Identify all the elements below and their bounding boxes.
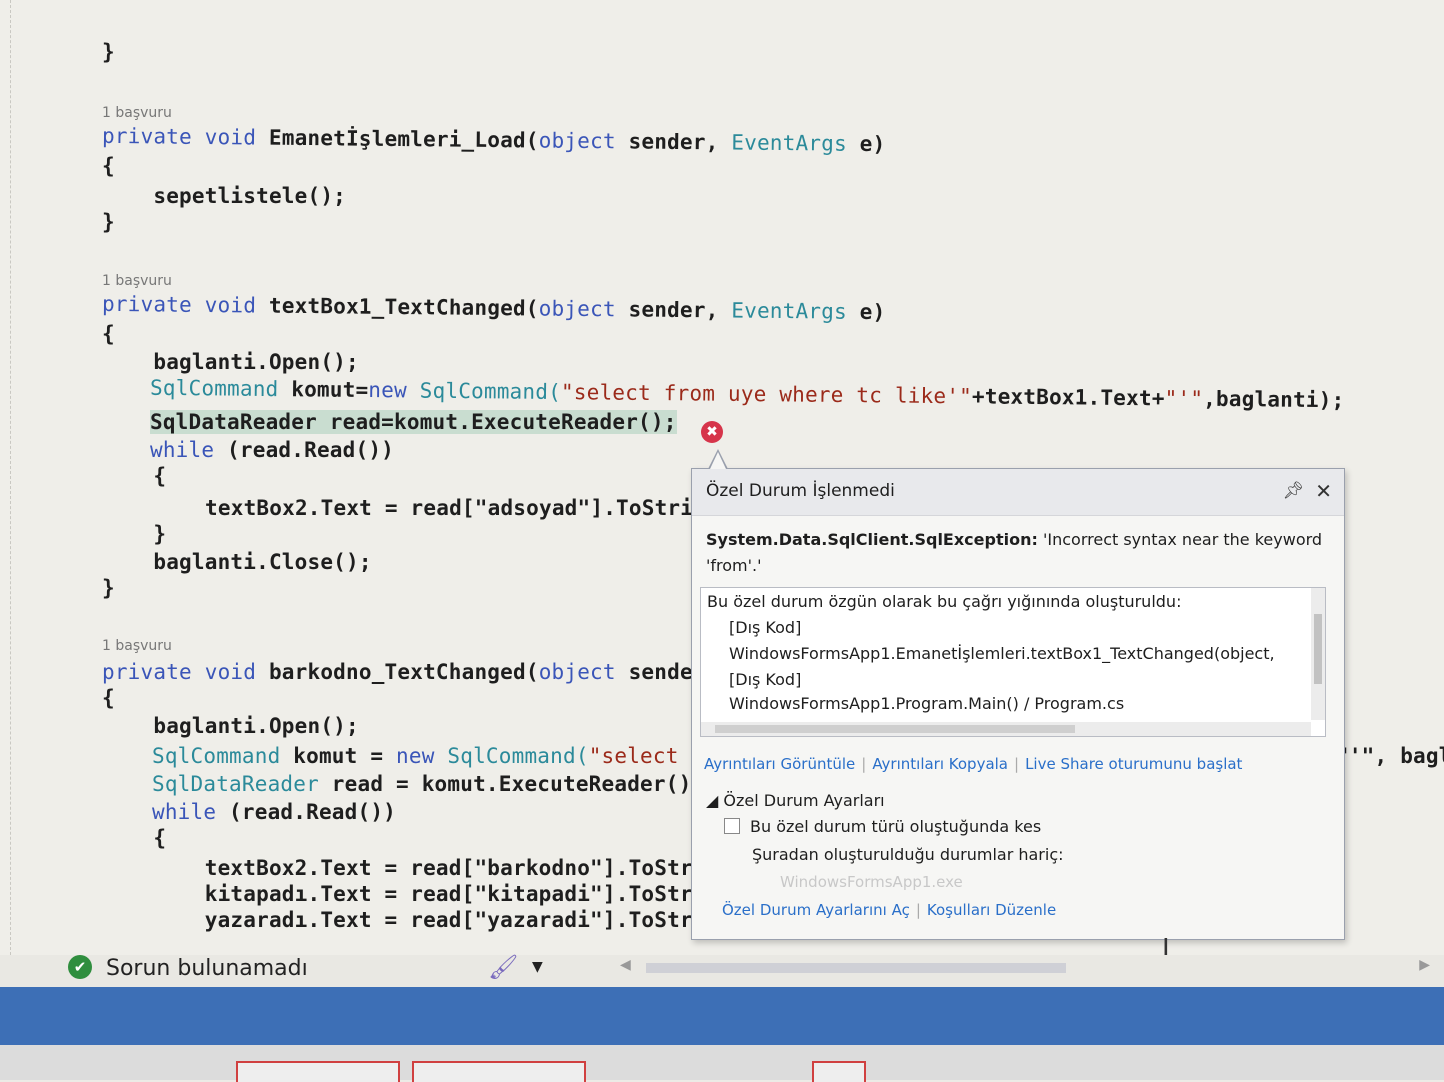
code-line: {: [102, 686, 115, 710]
reference-count[interactable]: 1 başvuru: [102, 105, 172, 121]
code-line: while (read.Read()): [152, 800, 397, 824]
issues-status[interactable]: Sorun bulunamadı: [106, 956, 308, 981]
code-cleanup-icon[interactable]: 🖌︎: [488, 953, 518, 981]
code-line: }: [102, 40, 115, 64]
code-line: }: [102, 576, 115, 600]
stack-header: Bu özel durum özgün olarak bu çağrı yığı…: [707, 592, 1182, 611]
tool-tab[interactable]: [812, 1061, 866, 1082]
code-line: private void Emanetİşlemleri_Load(object…: [101, 123, 886, 157]
reference-count[interactable]: 1 başvuru: [102, 273, 172, 289]
gutter: [10, 0, 11, 955]
copy-details-link[interactable]: Ayrıntıları Kopyala: [872, 755, 1008, 773]
popup-title: Özel Durum İşlenmedi: [706, 481, 895, 501]
scroll-left-icon[interactable]: ◀: [620, 957, 631, 973]
exception-settings-header[interactable]: ◢ Özel Durum Ayarları: [706, 791, 885, 810]
code-line-tail: "'", bagla: [1336, 744, 1444, 768]
code-line: }: [102, 522, 167, 546]
code-line: }: [102, 210, 115, 234]
scroll-thumb[interactable]: [1314, 614, 1322, 684]
settings-links: Özel Durum Ayarlarını Aç | Koşulları Düzen…: [722, 901, 1057, 919]
call-stack-box[interactable]: Bu özel durum özgün olarak bu çağrı yığı…: [700, 587, 1326, 737]
exception-popup: Özel Durum İşlenmedi 📌︎ ✕ System.Data.Sq…: [691, 468, 1345, 940]
scroll-thumb[interactable]: [715, 725, 1075, 733]
code-line: {: [102, 826, 167, 850]
checkmark-icon: ✔: [68, 955, 92, 979]
except-module-checkbox[interactable]: WindowsFormsApp1.exe: [780, 873, 963, 891]
close-icon[interactable]: ✕: [1315, 479, 1332, 503]
code-line: baglanti.Close();: [102, 550, 372, 574]
stack-frame: [Dış Kod]: [729, 670, 802, 689]
tool-tab[interactable]: [236, 1061, 400, 1082]
popup-pointer-fill: [710, 452, 726, 469]
scroll-right-icon[interactable]: ▶: [1419, 957, 1430, 973]
error-icon[interactable]: ✖: [701, 421, 723, 443]
bottom-tool-tabs: [0, 1045, 1444, 1082]
view-details-link[interactable]: Ayrıntıları Görüntüle: [704, 755, 855, 773]
code-line: SqlCommand komut=new SqlCommand("select …: [149, 375, 1345, 413]
vertical-scrollbar[interactable]: [1311, 588, 1325, 720]
reference-count[interactable]: 1 başvuru: [102, 638, 172, 654]
editor-status-strip: ✔ Sorun bulunamadı 🖌︎ ▼ ◀ ▶: [0, 953, 1444, 987]
stack-frame: [Dış Kod]: [729, 618, 802, 637]
code-line: private void barkodno_TextChanged(object…: [102, 660, 693, 684]
exception-type: System.Data.SqlClient.SqlException:: [706, 530, 1038, 549]
code-line: textBox2.Text = read["barkodno"].ToStr: [102, 856, 693, 880]
code-line: kitapadı.Text = read["kitapadi"].ToStr: [102, 882, 693, 906]
exception-message: System.Data.SqlClient.SqlException: 'Inc…: [706, 527, 1326, 579]
code-line: {: [102, 322, 115, 346]
code-line: baglanti.Open();: [102, 350, 359, 374]
code-line: sepetlistele();: [102, 184, 347, 208]
chevron-down-icon[interactable]: ▼: [532, 959, 543, 975]
stack-frame[interactable]: WindowsFormsApp1.Emanetİşlemleri.textBox…: [729, 644, 1275, 663]
editor-horizontal-scrollbar[interactable]: ◀ ▶: [620, 957, 1430, 975]
checkbox-box[interactable]: [724, 818, 740, 834]
except-when-label: Şuradan oluşturulduğu durumlar hariç:: [752, 845, 1064, 864]
edit-conditions-link[interactable]: Koşulları Düzenle: [927, 901, 1056, 919]
code-line: SqlCommand komut = new SqlCommand("selec…: [152, 744, 679, 768]
scroll-thumb[interactable]: [646, 963, 1066, 973]
code-line: while (read.Read()): [150, 438, 395, 462]
break-on-exception-checkbox[interactable]: Bu özel durum türü oluştuğunda kes: [724, 817, 1041, 836]
popup-header: Özel Durum İşlenmedi 📌︎ ✕: [692, 469, 1344, 516]
code-line: {: [102, 464, 167, 488]
code-line: textBox2.Text = read["adsoyad"].ToString: [128, 496, 719, 520]
pin-icon[interactable]: 📌︎: [1282, 481, 1304, 501]
code-line: yazaradı.Text = read["yazaradi"].ToStr: [102, 908, 693, 932]
horizontal-scrollbar[interactable]: [701, 722, 1311, 736]
ide-status-bar: [0, 987, 1444, 1045]
live-share-link[interactable]: Live Share oturumunu başlat: [1025, 755, 1242, 773]
tool-tab[interactable]: [412, 1061, 586, 1082]
open-exception-settings-link[interactable]: Özel Durum Ayarlarını Aç: [722, 901, 910, 919]
code-line: {: [102, 154, 115, 178]
code-line: baglanti.Open();: [102, 714, 359, 738]
highlighted-error-line: SqlDataReader read=komut.ExecuteReader()…: [150, 410, 677, 434]
action-links: Ayrıntıları Görüntüle | Ayrıntıları Kopyal…: [704, 755, 1243, 773]
code-line: SqlDataReader read = komut.ExecuteReader…: [152, 772, 692, 796]
stack-frame[interactable]: WindowsFormsApp1.Program.Main() / Progra…: [729, 694, 1124, 713]
code-line: private void textBox1_TextChanged(object…: [101, 291, 886, 325]
